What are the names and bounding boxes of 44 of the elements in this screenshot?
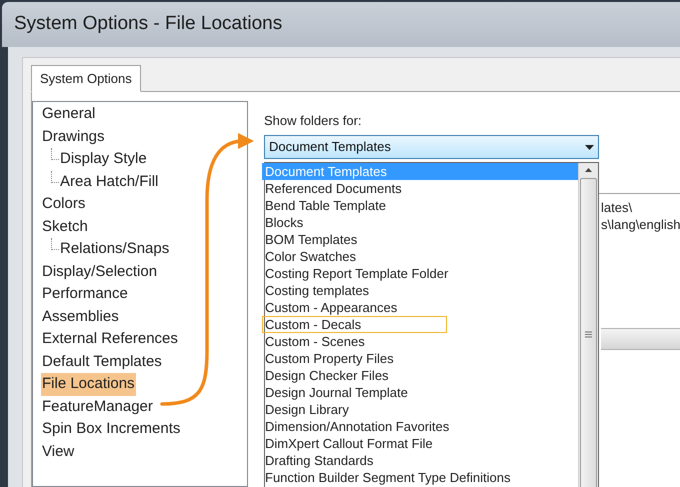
tree-item[interactable]: Sketch — [41, 216, 89, 238]
tree-item[interactable]: General — [41, 103, 96, 126]
tree-item[interactable]: Display Style — [59, 148, 148, 170]
tree-item[interactable]: File Locations — [41, 373, 136, 396]
tree-item[interactable]: Area Hatch/Fill — [59, 170, 160, 193]
dropdown-option[interactable]: Blocks — [262, 214, 578, 231]
dropdown-option[interactable]: Costing templates — [262, 282, 578, 299]
dropdown-option[interactable]: Custom Property Files — [262, 350, 578, 367]
dropdown-option[interactable]: Referenced Documents — [262, 180, 578, 197]
tree-item[interactable]: Assemblies — [41, 306, 120, 328]
dropdown-option[interactable]: Color Swatches — [262, 248, 578, 265]
scroll-up-icon[interactable] — [585, 168, 592, 172]
tree-item[interactable]: View — [41, 440, 76, 463]
tree-item[interactable]: Drawings — [41, 126, 106, 148]
dropdown-option[interactable]: Custom - Appearances — [262, 299, 578, 316]
dropdown-option[interactable]: Function Builder Segment Type Definitions — [262, 469, 578, 486]
dropdown-option[interactable]: Design Checker Files — [262, 367, 578, 384]
window-title: System Options - File Locations — [14, 12, 282, 36]
caret-icon — [585, 144, 594, 150]
tree-item[interactable]: Colors — [41, 193, 86, 216]
tree-item[interactable]: External References — [41, 328, 179, 350]
dropdown-option[interactable]: DimXpert Callout Format File — [262, 435, 578, 452]
tree-item[interactable]: Performance — [41, 283, 129, 306]
tree-item[interactable]: Spin Box Increments — [41, 418, 182, 440]
scrollbar-thumb[interactable] — [580, 178, 597, 487]
folder-path: lates\ — [601, 199, 634, 215]
tree-item[interactable]: FeatureManager — [41, 396, 154, 418]
dropdown-option[interactable]: Design Library — [262, 401, 578, 418]
tree-item[interactable]: Relations/Snaps — [59, 238, 170, 260]
tree-item[interactable]: Default Templates — [41, 350, 163, 373]
folder-dropdown[interactable]: Document Templates — [264, 135, 599, 159]
dropdown-option[interactable]: Dimension/Annotation Favorites — [262, 418, 578, 435]
dropdown-option[interactable]: Custom - Scenes — [262, 333, 578, 350]
dropdown-option[interactable]: BOM Templates — [262, 231, 578, 248]
tree-item[interactable]: Display/Selection — [41, 260, 158, 283]
dropdown-option[interactable]: Costing Report Template Folder — [262, 265, 578, 282]
grip-icon — [585, 331, 592, 338]
dropdown-option[interactable]: Bend Table Template — [262, 197, 578, 214]
dropdown-option[interactable]: Drafting Standards — [262, 452, 578, 469]
tab[interactable]: System Options — [31, 65, 141, 92]
dropdown-option[interactable]: Custom - Decals — [262, 316, 447, 333]
field-label: Show folders for: — [264, 112, 363, 129]
folder-path: s\lang\english — [601, 216, 680, 232]
dropdown-option[interactable]: Design Journal Template — [262, 384, 578, 401]
